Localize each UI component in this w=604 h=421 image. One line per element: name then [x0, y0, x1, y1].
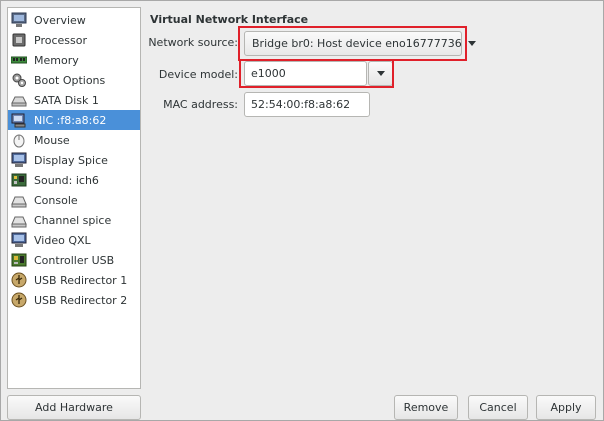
sidebar-item-video-qxl[interactable]: Video QXL: [8, 230, 140, 250]
sidebar-item-mouse[interactable]: Mouse: [8, 130, 140, 150]
sound-card-icon: [11, 172, 27, 188]
video-card-icon: [11, 232, 27, 248]
sidebar-item-usb-redirector-2[interactable]: USB Redirector 2: [8, 290, 140, 310]
sidebar-item-usb-redirector-1[interactable]: USB Redirector 1: [8, 270, 140, 290]
monitor-icon: [11, 12, 27, 28]
device-model-dropdown-button[interactable]: [368, 61, 393, 86]
device-model-value: e1000: [251, 67, 286, 80]
device-model-field[interactable]: e1000: [244, 61, 367, 86]
gears-icon: [11, 72, 27, 88]
serial-port-icon: [11, 212, 27, 228]
sidebar-item-label: Console: [34, 193, 78, 207]
device-model-label: Device model:: [158, 68, 238, 81]
sidebar-item-processor[interactable]: Processor: [8, 30, 140, 50]
sidebar-item-label: Controller USB: [34, 253, 115, 267]
network-source-value: Bridge br0: Host device eno16777736: [252, 37, 462, 50]
sidebar-item-console[interactable]: Console: [8, 190, 140, 210]
mac-address-field[interactable]: 52:54:00:f8:a8:62: [244, 92, 370, 117]
network-source-label: Network source:: [148, 36, 238, 49]
sidebar-item-sata-disk[interactable]: SATA Disk 1: [8, 90, 140, 110]
sidebar-item-label: Channel spice: [34, 213, 112, 227]
chevron-down-icon: [376, 71, 385, 76]
mac-address-value: 52:54:00:f8:a8:62: [251, 98, 351, 111]
serial-port-icon: [11, 192, 27, 208]
sidebar-item-controller-usb[interactable]: Controller USB: [8, 250, 140, 270]
sidebar-item-label: Boot Options: [34, 73, 106, 87]
section-title: Virtual Network Interface: [150, 13, 309, 26]
sidebar-item-label: Processor: [34, 33, 87, 47]
sidebar-item-label: Video QXL: [34, 233, 91, 247]
sidebar-item-label: Display Spice: [34, 153, 108, 167]
network-source-dropdown[interactable]: Bridge br0: Host device eno16777736: [244, 31, 476, 56]
sidebar-item-label: USB Redirector 2: [34, 293, 128, 307]
cpu-chip-icon: [11, 32, 27, 48]
apply-button[interactable]: Apply: [536, 395, 596, 420]
cancel-button[interactable]: Cancel: [468, 395, 528, 420]
sidebar-item-label: Memory: [34, 53, 79, 67]
sidebar-item-label: NIC :f8:a8:62: [34, 113, 107, 127]
sidebar-item-sound[interactable]: Sound: ich6: [8, 170, 140, 190]
hardware-list[interactable]: Overview Processor Memory Boot Options S…: [7, 7, 141, 389]
sidebar-item-boot-options[interactable]: Boot Options: [8, 70, 140, 90]
sidebar-item-label: USB Redirector 1: [34, 273, 128, 287]
sidebar-item-label: SATA Disk 1: [34, 93, 99, 107]
sidebar-item-label: Sound: ich6: [34, 173, 99, 187]
display-icon: [11, 152, 27, 168]
sidebar-item-label: Overview: [34, 13, 86, 27]
remove-button[interactable]: Remove: [394, 395, 458, 420]
network-card-icon: [11, 112, 27, 128]
sidebar-item-channel-spice[interactable]: Channel spice: [8, 210, 140, 230]
sidebar-item-nic[interactable]: NIC :f8:a8:62: [8, 110, 140, 130]
controller-icon: [11, 252, 27, 268]
usb-redirector-icon: [11, 272, 27, 288]
sidebar-item-memory[interactable]: Memory: [8, 50, 140, 70]
usb-redirector-icon: [11, 292, 27, 308]
memory-module-icon: [11, 52, 27, 68]
chevron-down-icon: [467, 41, 476, 46]
mouse-icon: [11, 132, 27, 148]
sidebar-item-label: Mouse: [34, 133, 70, 147]
sidebar-item-display-spice[interactable]: Display Spice: [8, 150, 140, 170]
disk-drive-icon: [11, 92, 27, 108]
sidebar-item-overview[interactable]: Overview: [8, 10, 140, 30]
vm-details-window: Overview Processor Memory Boot Options S…: [0, 0, 604, 421]
add-hardware-button[interactable]: Add Hardware: [7, 395, 141, 420]
mac-address-label: MAC address:: [163, 98, 238, 111]
